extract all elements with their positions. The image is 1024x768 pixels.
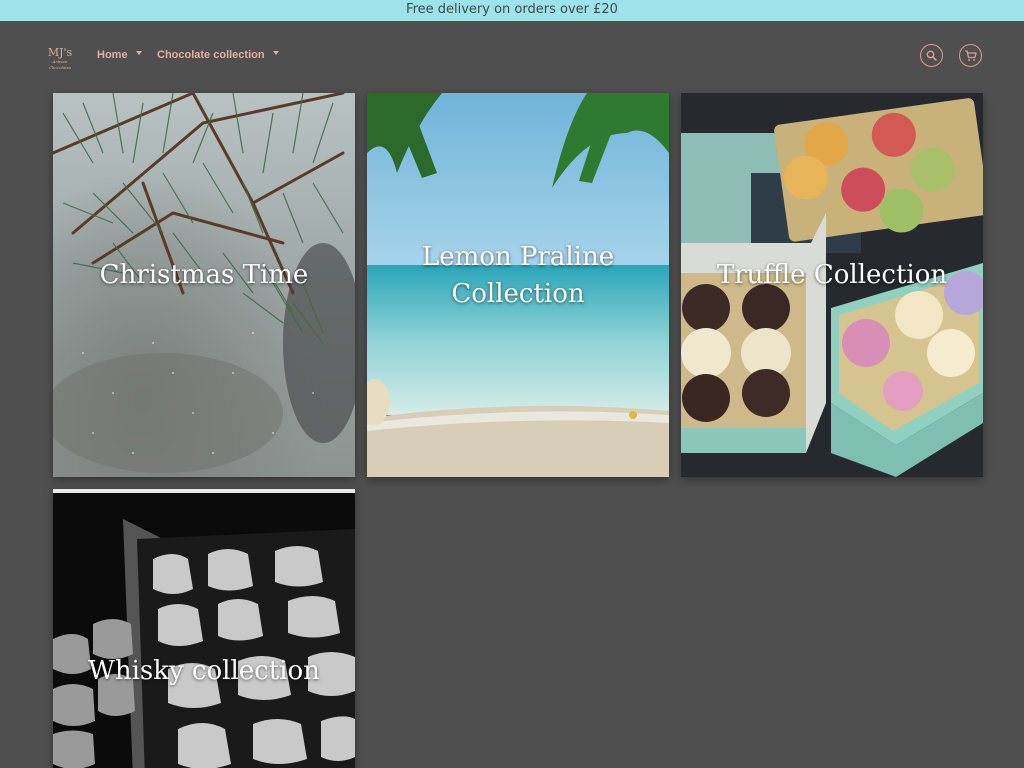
collection-title: Whisky collection	[88, 656, 320, 686]
nav-home[interactable]: Home	[97, 49, 142, 61]
collection-tile-christmas-time[interactable]: Christmas Time	[53, 93, 355, 477]
store-logo[interactable]: MJ's Artisan Chocolates	[42, 46, 78, 70]
search-button[interactable]	[920, 44, 943, 67]
site-header: MJ's Artisan Chocolates Home Chocolate c…	[0, 21, 1024, 91]
chevron-down-icon	[135, 51, 142, 55]
collection-tile-whisky[interactable]: Whisky collection	[53, 489, 355, 768]
nav-chocolate-collection-label: Chocolate collection	[157, 49, 265, 61]
collection-title-line1: Lemon Praline	[421, 242, 615, 272]
collection-tile-truffle[interactable]: Truffle Collection	[681, 93, 983, 477]
chevron-down-icon	[272, 51, 279, 55]
logo-subtitle: Artisan Chocolates	[48, 59, 72, 70]
whisky-chocolates-image	[53, 489, 355, 768]
nav-chocolate-collection[interactable]: Chocolate collection	[157, 49, 279, 61]
nav-home-label: Home	[97, 49, 128, 61]
search-icon	[926, 50, 937, 61]
announcement-text: Free delivery on orders over £20	[406, 2, 618, 17]
logo-title: MJ's	[47, 46, 73, 59]
collection-tile-lemon-praline[interactable]: Lemon Praline Collection	[367, 93, 669, 477]
announcement-bar: Free delivery on orders over £20	[0, 0, 1024, 21]
collection-title-line2: Collection	[451, 279, 585, 309]
collection-title: Truffle Collection	[716, 260, 948, 290]
cart-button[interactable]	[959, 44, 982, 67]
cart-icon	[965, 49, 977, 61]
collection-title: Christmas Time	[99, 260, 309, 290]
